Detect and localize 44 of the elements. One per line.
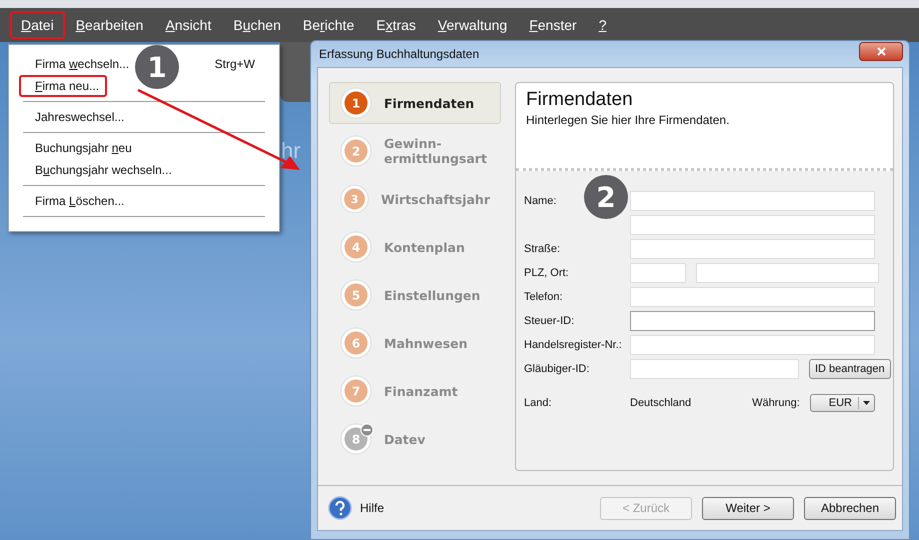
currency-dropdown[interactable]: EUR xyxy=(810,394,875,412)
menu-item[interactable]: Buchen xyxy=(222,11,292,39)
menu-item[interactable]: Ansicht xyxy=(154,11,222,39)
wizard-step[interactable]: 1 Firmendaten xyxy=(329,82,501,124)
menu-item[interactable]: Firma Löschen... xyxy=(19,190,132,212)
step-number-icon: 6 xyxy=(340,326,374,360)
step-number-icon: 2 xyxy=(340,134,374,168)
panel-subtitle: Hinterlegen Sie hier Ihre Firmendaten. xyxy=(526,113,730,127)
menu-item[interactable]: Verwaltung xyxy=(426,11,518,39)
dialog-button[interactable]: Abbrechen xyxy=(804,496,896,520)
step-number-icon: 5 xyxy=(340,278,374,312)
field-label: Handelsregister-Nr.: xyxy=(524,339,622,351)
step-number-icon: 4 xyxy=(340,230,374,264)
menu-item[interactable]: Berichte xyxy=(292,11,366,39)
field-label: Name: xyxy=(524,195,556,207)
menu-item[interactable]: Firma neu... xyxy=(19,75,108,97)
help-link[interactable]: Hilfe xyxy=(328,496,384,520)
shortcut-label: Strg+W xyxy=(214,57,255,71)
menu-item[interactable]: ? xyxy=(588,11,618,39)
request-id-button[interactable]: ID beantragen xyxy=(808,359,891,379)
field-label: Straße: xyxy=(524,243,560,255)
field-label: Land: xyxy=(524,397,552,409)
menu-item[interactable]: Bearbeiten xyxy=(64,11,154,39)
dialog-button[interactable]: Weiter > xyxy=(702,496,794,520)
menu-item[interactable]: Firma wechseln... xyxy=(19,53,138,75)
country-value: Deutschland xyxy=(630,397,692,409)
menu-item[interactable]: Jahreswechsel... xyxy=(19,106,132,128)
panel-heading: Firmendaten xyxy=(526,89,634,111)
field-label: Telefon: xyxy=(524,291,563,303)
step-number-icon: 8 xyxy=(340,422,374,456)
menu-item[interactable]: Extras xyxy=(365,11,427,39)
step-number-icon: 7 xyxy=(340,374,374,408)
window-title: Erfassung Buchhaltungsdaten xyxy=(318,47,480,61)
field-label: Währung: xyxy=(752,397,800,409)
menu-item[interactable]: Buchungsjahr wechseln... xyxy=(19,159,180,181)
field-label: Steuer-ID: xyxy=(524,315,574,327)
menu-item[interactable]: Buchungsjahr neu xyxy=(19,137,140,159)
menu-item[interactable]: Fenster xyxy=(518,11,588,39)
step-number-icon: 3 xyxy=(340,182,371,216)
field-label: PLZ, Ort: xyxy=(524,267,569,279)
background-text: hr xyxy=(281,138,301,164)
menu-item[interactable]: Datei xyxy=(10,11,65,39)
field-label: Gläubiger-ID: xyxy=(524,363,590,375)
step-number-icon: 1 xyxy=(340,86,374,120)
